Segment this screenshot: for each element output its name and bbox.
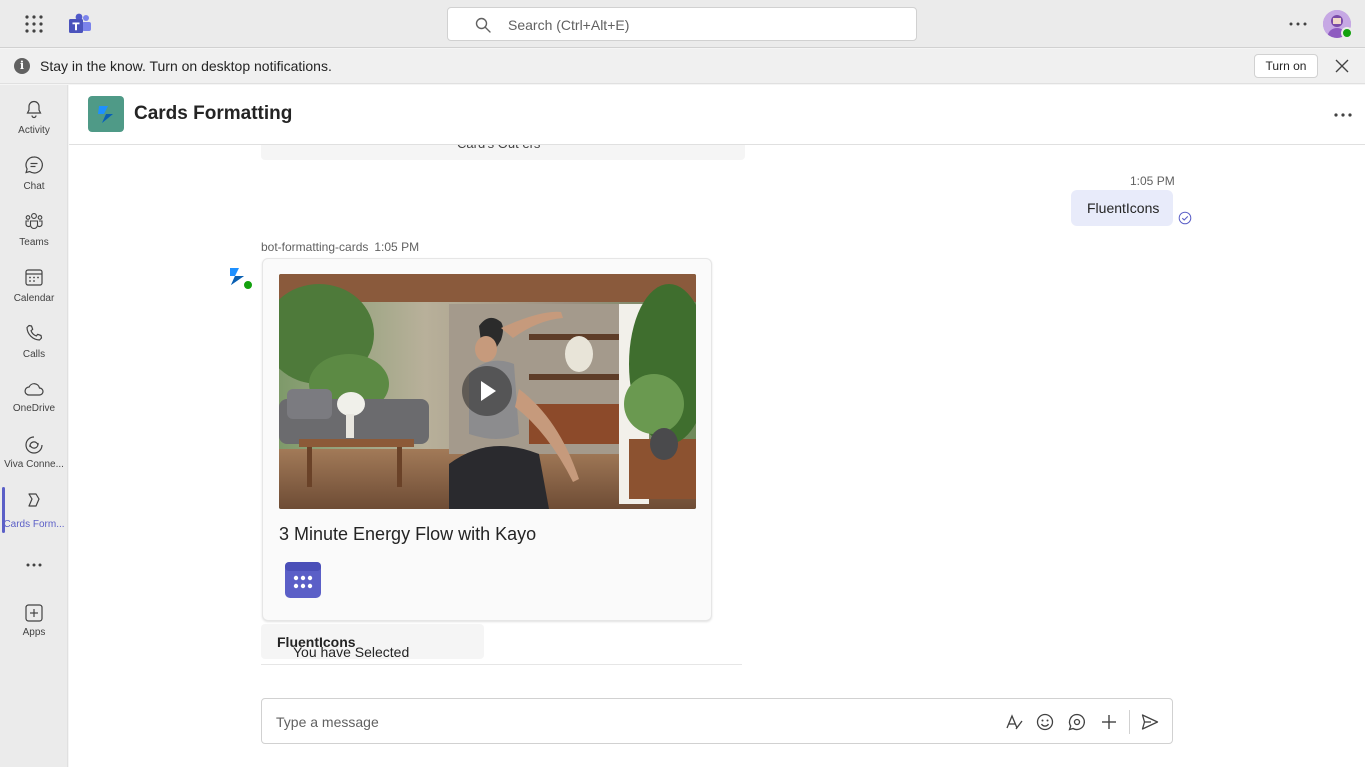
rail-item-calls[interactable]: Calls <box>0 315 68 367</box>
message-timestamp: 1:05 PM <box>1130 174 1175 188</box>
app-logo <box>88 96 124 132</box>
bot-presence-badge <box>243 280 253 290</box>
selection-reply-text: You have Selected FluentIcons <box>277 634 409 660</box>
bot-message-header: bot-formatting-cards 1:05 PM <box>261 240 419 254</box>
rail-item-label: Calendar <box>13 293 55 304</box>
loop-component-icon[interactable] <box>1067 712 1087 732</box>
app-icon <box>28 493 40 507</box>
presence-available-badge <box>1341 27 1353 39</box>
rail-item-cards-formatting[interactable]: Cards Form... <box>0 485 68 537</box>
chat-icon <box>25 156 43 174</box>
teams-icon <box>25 213 43 230</box>
chat-pane: Cards Formatting Card's Out ers 1:05 PM … <box>69 85 1365 767</box>
rail-item-calendar[interactable]: Calendar <box>0 259 68 311</box>
message-timestamp: 1:05 PM <box>374 240 420 254</box>
cloud-icon <box>24 383 44 396</box>
rail-item-label: Activity <box>18 125 50 136</box>
search-icon <box>475 17 491 33</box>
notification-message: Stay in the know. Turn on desktop notifi… <box>40 58 332 74</box>
rail-item-chat[interactable]: Chat <box>0 147 68 199</box>
close-icon[interactable] <box>1334 58 1350 74</box>
rail-item-label: Calls <box>22 349 46 360</box>
rail-item-activity[interactable]: Activity <box>0 91 68 143</box>
compose-separator <box>1129 710 1130 734</box>
rail-item-label: Teams <box>19 237 49 248</box>
app-logo-icon <box>98 106 113 123</box>
top-bar: Search (Ctrl+Alt+E) <box>0 0 1365 48</box>
more-apps-icon[interactable] <box>24 555 44 575</box>
sender-name: bot-formatting-cards <box>261 240 369 254</box>
viva-icon <box>25 436 43 454</box>
format-icon[interactable] <box>1004 712 1024 732</box>
bell-icon <box>26 100 42 119</box>
turn-on-button[interactable]: Turn on <box>1254 54 1318 78</box>
calendar-action-icon[interactable] <box>285 562 321 598</box>
phone-icon <box>26 324 43 341</box>
chat-header: Cards Formatting <box>69 85 1365 145</box>
page-title: Cards Formatting <box>134 103 293 124</box>
send-icon[interactable] <box>1140 712 1160 732</box>
more-options-icon[interactable] <box>1331 103 1355 127</box>
search-box[interactable]: Search (Ctrl+Alt+E) <box>447 7 917 41</box>
rail-item-label: Apps <box>22 627 46 638</box>
search-placeholder: Search (Ctrl+Alt+E) <box>508 17 630 33</box>
rail-item-label: Cards Form... <box>3 519 65 530</box>
selection-reply-bubble[interactable]: You have Selected FluentIcons <box>261 624 484 660</box>
settings-more-icon[interactable] <box>1286 12 1310 36</box>
info-icon: i <box>14 58 30 74</box>
teams-logo-icon <box>69 13 91 33</box>
rail-item-apps[interactable]: Apps <box>0 595 68 647</box>
rail-item-viva-connections[interactable]: Viva Conne... <box>0 427 68 479</box>
rail-item-label: OneDrive <box>12 403 56 414</box>
video-thumbnail[interactable] <box>279 274 696 509</box>
selection-prefix: You have Selected <box>293 644 410 660</box>
app-launcher-icon[interactable] <box>24 14 44 34</box>
message-input[interactable]: Type a message <box>276 714 379 730</box>
sent-message-text: FluentIcons <box>1087 200 1160 216</box>
play-button[interactable] <box>462 366 512 416</box>
adaptive-card: 3 Minute Energy Flow with Kayo <box>262 258 712 621</box>
rail-item-label: Viva Conne... <box>4 459 64 470</box>
compose-box[interactable]: Type a message <box>261 698 1173 744</box>
emoji-icon[interactable] <box>1035 712 1055 732</box>
rail-item-label: Chat <box>23 181 45 192</box>
add-app-icon <box>25 604 43 622</box>
read-receipt-icon <box>1178 211 1192 225</box>
play-icon <box>481 381 496 401</box>
add-icon[interactable] <box>1099 712 1119 732</box>
sent-message-bubble[interactable]: FluentIcons <box>1071 190 1173 226</box>
divider <box>261 664 742 665</box>
rail-item-teams[interactable]: Teams <box>0 203 68 255</box>
calendar-icon <box>25 269 43 286</box>
app-bar: Activity Chat Teams Calendar Calls OneDr… <box>0 85 68 767</box>
notification-bar: i Stay in the know. Turn on desktop noti… <box>0 49 1365 84</box>
rail-item-onedrive[interactable]: OneDrive <box>0 371 68 423</box>
card-title: 3 Minute Energy Flow with Kayo <box>279 524 537 544</box>
calendar-icon <box>285 562 321 589</box>
